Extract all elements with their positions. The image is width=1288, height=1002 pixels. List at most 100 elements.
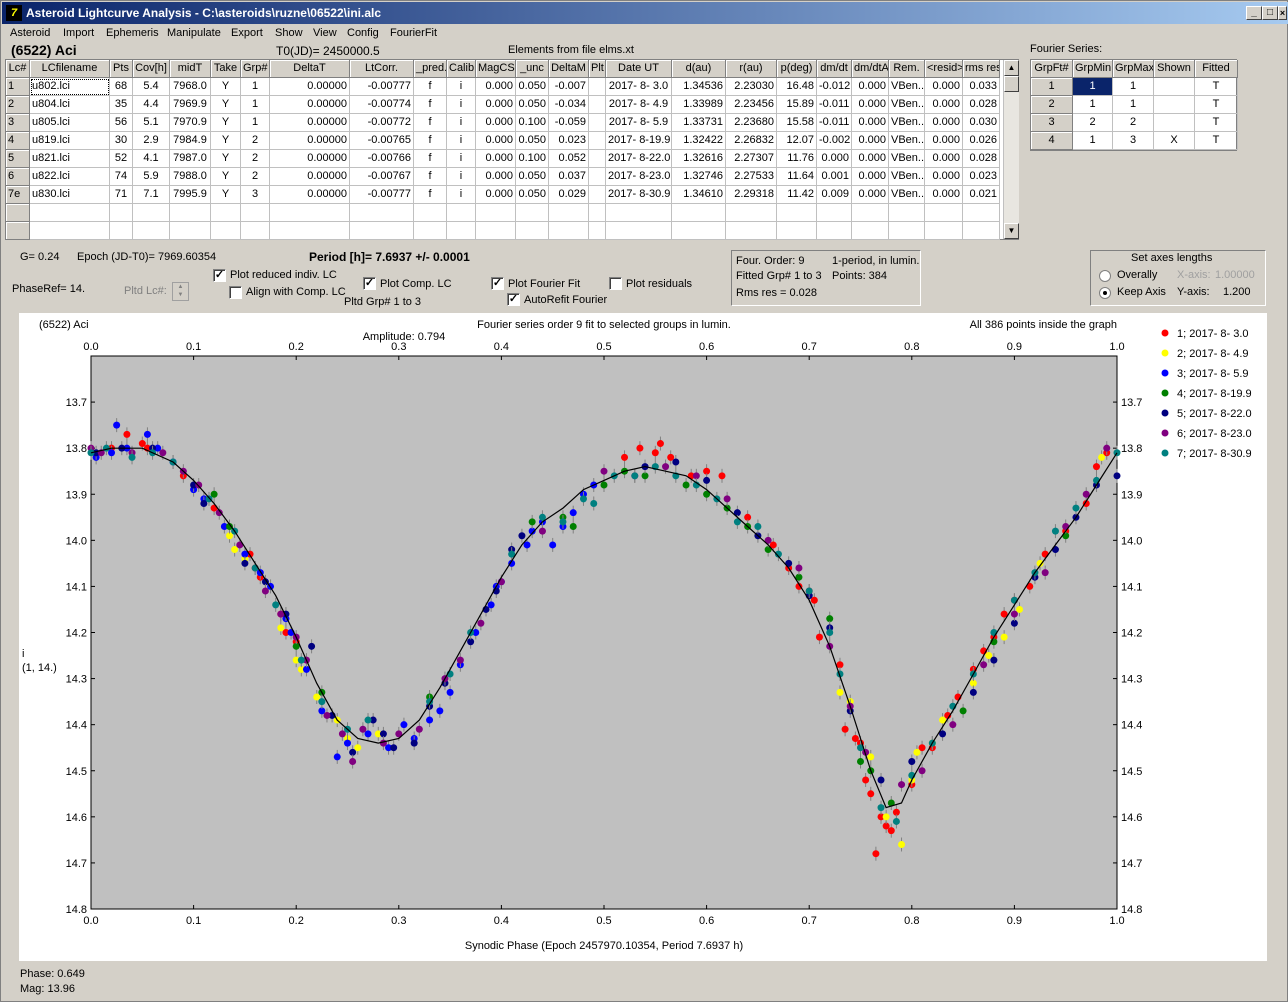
table-cell[interactable] (589, 114, 606, 132)
table-cell[interactable] (414, 222, 447, 240)
table-cell[interactable]: 1.32422 (672, 132, 726, 150)
row-header[interactable] (6, 204, 30, 222)
table-cell[interactable]: 0.026 (963, 132, 1000, 150)
plot-residuals-checkbox[interactable] (609, 277, 622, 290)
table-cell[interactable]: 7.1 (133, 186, 170, 204)
table-cell[interactable]: i (447, 168, 476, 186)
table-cell[interactable]: -0.007 (549, 78, 589, 96)
table-cell[interactable] (350, 222, 414, 240)
column-header[interactable]: Date UT (606, 60, 672, 78)
table-cell[interactable] (963, 204, 1000, 222)
menu-fourierfit[interactable]: FourierFit (390, 27, 437, 39)
table-cell[interactable]: -0.00772 (350, 114, 414, 132)
table-cell[interactable] (589, 132, 606, 150)
table-cell[interactable] (589, 150, 606, 168)
table-cell[interactable]: Y (211, 186, 241, 204)
table-cell[interactable] (963, 222, 1000, 240)
table-cell[interactable]: i (447, 132, 476, 150)
table-cell[interactable]: 0.00000 (270, 132, 350, 150)
table-cell[interactable]: 7995.9 (170, 186, 211, 204)
table-cell[interactable]: -0.059 (549, 114, 589, 132)
table-cell[interactable] (549, 204, 589, 222)
table-cell[interactable]: u822.lci (30, 168, 110, 186)
row-header[interactable]: 6 (6, 168, 30, 186)
fourier-cell[interactable]: 3 (1113, 132, 1154, 150)
table-cell[interactable]: -0.00765 (350, 132, 414, 150)
table-cell[interactable]: VBen.. (889, 96, 925, 114)
table-cell[interactable]: 2 (241, 132, 270, 150)
fourier-cell[interactable]: 1 (1073, 96, 1113, 114)
plot-comp-checkbox[interactable]: ✓ (363, 277, 376, 290)
column-header[interactable]: rms res (963, 60, 1000, 78)
table-cell[interactable] (777, 222, 817, 240)
table-cell[interactable]: VBen.. (889, 168, 925, 186)
table-cell[interactable] (110, 204, 133, 222)
table-cell[interactable]: 11.64 (777, 168, 817, 186)
table-cell[interactable] (414, 204, 447, 222)
table-cell[interactable]: 2.23456 (726, 96, 777, 114)
table-cell[interactable]: 11.76 (777, 150, 817, 168)
table-cell[interactable] (672, 204, 726, 222)
table-cell[interactable]: 68 (110, 78, 133, 96)
table-cell[interactable]: 2.23680 (726, 114, 777, 132)
table-cell[interactable]: -0.00777 (350, 186, 414, 204)
menu-show[interactable]: Show (275, 27, 303, 39)
table-cell[interactable] (852, 204, 889, 222)
row-header[interactable]: 4 (6, 132, 30, 150)
overally-radio[interactable] (1099, 270, 1111, 282)
column-header[interactable]: Lc# (6, 60, 30, 78)
table-cell[interactable] (606, 222, 672, 240)
fourier-cell[interactable]: T (1195, 132, 1238, 150)
table-cell[interactable]: 2017- 8-23.0 (606, 168, 672, 186)
column-header[interactable]: Take (211, 60, 241, 78)
table-cell[interactable]: 0.000 (476, 150, 516, 168)
column-header[interactable]: Pts (110, 60, 133, 78)
table-cell[interactable]: u804.lci (30, 96, 110, 114)
table-cell[interactable] (270, 204, 350, 222)
table-cell[interactable] (817, 204, 852, 222)
table-scrollbar[interactable]: ▲ ▼ (1003, 60, 1019, 239)
table-cell[interactable]: 0.021 (963, 186, 1000, 204)
table-cell[interactable]: Y (211, 78, 241, 96)
fourier-cell[interactable]: 1 (1073, 132, 1113, 150)
column-header[interactable]: dm/dtA (852, 60, 889, 78)
table-cell[interactable] (447, 204, 476, 222)
table-cell[interactable] (589, 96, 606, 114)
table-cell[interactable]: 1 (241, 114, 270, 132)
keep-axis-radio[interactable] (1099, 287, 1111, 299)
table-cell[interactable]: 71 (110, 186, 133, 204)
table-cell[interactable]: 0.000 (852, 150, 889, 168)
column-header[interactable]: _unc (516, 60, 549, 78)
table-cell[interactable] (589, 78, 606, 96)
table-cell[interactable]: -0.00774 (350, 96, 414, 114)
table-cell[interactable]: 7984.9 (170, 132, 211, 150)
fourier-row-header[interactable]: 3 (1031, 114, 1073, 132)
table-cell[interactable]: 0.001 (817, 168, 852, 186)
table-cell[interactable]: 0.000 (925, 168, 963, 186)
table-cell[interactable]: VBen.. (889, 186, 925, 204)
table-cell[interactable] (672, 222, 726, 240)
table-cell[interactable] (170, 204, 211, 222)
table-cell[interactable]: VBen.. (889, 132, 925, 150)
lightcurve-plot[interactable]: (6522) Aci Fourier series order 9 fit to … (19, 313, 1267, 961)
column-header[interactable]: _pred. (414, 60, 447, 78)
table-cell[interactable]: VBen.. (889, 114, 925, 132)
maximize-button[interactable]: □ (1262, 6, 1278, 20)
title-bar[interactable]: 7 Asteroid Lightcurve Analysis - C:\aste… (2, 2, 1288, 24)
table-cell[interactable]: 0.000 (852, 132, 889, 150)
column-header[interactable]: d(au) (672, 60, 726, 78)
table-cell[interactable] (211, 204, 241, 222)
table-cell[interactable]: VBen.. (889, 78, 925, 96)
table-cell[interactable]: 2017- 8-19.9 (606, 132, 672, 150)
menu-view[interactable]: View (313, 27, 337, 39)
table-cell[interactable] (211, 222, 241, 240)
table-cell[interactable]: Y (211, 114, 241, 132)
fourier-cell[interactable] (1154, 114, 1195, 132)
table-cell[interactable]: 0.023 (963, 168, 1000, 186)
table-cell[interactable]: 2017- 8- 5.9 (606, 114, 672, 132)
table-cell[interactable]: 0.050 (516, 132, 549, 150)
row-header[interactable]: 2 (6, 96, 30, 114)
table-cell[interactable] (925, 222, 963, 240)
table-cell[interactable]: 2.27533 (726, 168, 777, 186)
table-cell[interactable]: 0.000 (925, 186, 963, 204)
